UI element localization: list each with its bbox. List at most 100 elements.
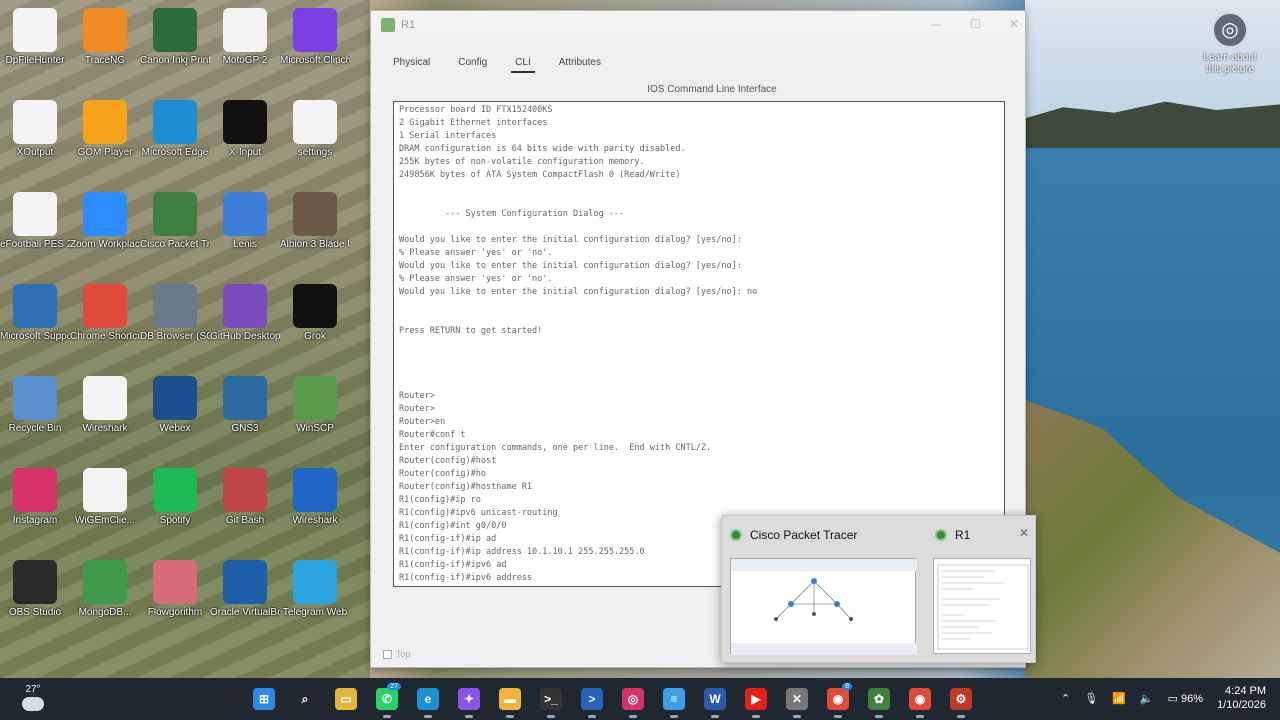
lenis-icon [223, 192, 267, 236]
desktop-icon[interactable]: Recycle Bin [0, 376, 70, 435]
terminal-scrollbar[interactable] [996, 104, 1000, 584]
chevron-up-icon[interactable]: ⌃ [1061, 692, 1070, 705]
file-icon [13, 192, 57, 236]
desktop-icon-label: Spotify [159, 515, 191, 526]
top-checkbox[interactable]: Top [383, 649, 411, 659]
desktop-icon[interactable]: eFootball PES 2021 [0, 192, 70, 251]
close-button[interactable]: ✕ [1009, 17, 1019, 31]
top-checkbox-box[interactable] [383, 649, 392, 659]
tools-taskbar-button[interactable]: ✕ [781, 683, 813, 718]
desktop-icon[interactable]: GNS3 [210, 376, 280, 435]
desktop-icon[interactable]: Zoom Workplace [70, 192, 140, 251]
desktop-icon[interactable]: Microsoft Edge [140, 100, 210, 159]
notepad-taskbar-button[interactable]: ≡ [658, 683, 690, 718]
desktop-icon-label: Microsoft Support ... [0, 331, 70, 342]
desktop-icon[interactable]: Cisco Packet Tracer [140, 192, 210, 251]
desktop-icon-label: DB Browser (SQLite) [140, 331, 210, 342]
preview-item-r1[interactable]: R1 ✕ [927, 516, 1037, 664]
desktop-icon[interactable]: Chrome Shortcut [70, 284, 140, 343]
copilot-taskbar-button[interactable]: ✦ [453, 683, 485, 718]
desktop-icon-label: XOutput [16, 147, 54, 158]
file-icon [13, 100, 57, 144]
settings-taskbar-button[interactable]: ⚙ [945, 683, 977, 718]
learn-about-picture[interactable]: ◎ Learn about this picture [1195, 12, 1265, 76]
desktop-icon[interactable]: GitHub Desktop [210, 284, 280, 343]
desktop-icon[interactable]: Flowgorithm [140, 560, 210, 619]
desktop-icon[interactable]: Lenis [210, 192, 280, 251]
terminal-taskbar-button[interactable]: >_ [535, 683, 567, 718]
desktop-icon[interactable]: Microsoft Support ... [0, 284, 70, 343]
desktop-icon[interactable]: MotoGP 2 [210, 8, 280, 67]
desktop-icon[interactable]: Webex [140, 376, 210, 435]
desktop-icon[interactable]: OBS Studio [0, 560, 70, 619]
file-explorer-taskbar-button[interactable]: ▭ [330, 683, 362, 715]
chrome-taskbar-button[interactable]: ◉ 8 [822, 683, 854, 718]
flowgorithm-icon [153, 560, 197, 604]
desktop-icon[interactable]: XOutput [0, 100, 70, 159]
chrome-icon: ◉ [827, 688, 849, 710]
desktop-icon[interactable]: Microsoft Clipcha [280, 8, 350, 67]
desktop-icon[interactable]: settings [280, 100, 350, 159]
desktop-icon[interactable]: MongoDB... [70, 560, 140, 619]
battery-icon[interactable]: ▭ 96% [1168, 692, 1203, 705]
edge-taskbar-button[interactable]: e [412, 683, 444, 718]
desktop-icon-label: GitHub Desktop [210, 331, 280, 342]
desktop-icon[interactable]: X-Input [210, 100, 280, 159]
packet-tracer-taskbar-button[interactable]: ✿ [863, 683, 895, 718]
clock[interactable]: 4:24 PM 1/10/2026 [1217, 684, 1266, 712]
edge-icon: e [417, 688, 439, 710]
search-taskbar-button[interactable]: ⌕ [289, 683, 321, 715]
desktop-icon[interactable]: Albion 3 Blade U... [280, 192, 350, 251]
desktop-icon[interactable]: WiGEmClie... [70, 468, 140, 527]
desktop-icon[interactable]: WinSCP [280, 376, 350, 435]
start-taskbar-button[interactable]: ⊞ [248, 683, 280, 715]
speaker-icon[interactable]: 🔈 [1140, 692, 1154, 705]
window-title: R1 [401, 19, 416, 31]
desktop-icon[interactable]: Spotify [140, 468, 210, 527]
desktop-icon-label: TraceNG [84, 55, 126, 66]
preview-item-packet-tracer[interactable]: Cisco Packet Tracer [722, 516, 927, 664]
desktop-icon[interactable]: Oracle VirtualBox [210, 560, 280, 619]
desktop-icon[interactable]: Grok [280, 284, 350, 343]
desktop-icon[interactable]: Wireshark [70, 376, 140, 435]
spotify-icon [153, 468, 197, 512]
copilot-icon: ✦ [458, 688, 480, 710]
desktop-icon[interactable]: GOM Player [70, 100, 140, 159]
microphone-icon[interactable]: 🎙 [1084, 692, 1098, 705]
desktop-icon[interactable]: Canon Inkj Printer [140, 8, 210, 67]
mongodb-icon [83, 560, 127, 604]
desktop-icon[interactable]: Instagram [0, 468, 70, 527]
desktop-icon[interactable]: Telegram Web [280, 560, 350, 619]
desktop-icon[interactable]: DB Browser (SQLite) [140, 284, 210, 343]
powershell-taskbar-button[interactable]: > [576, 683, 608, 718]
desktop-icon[interactable]: DpFileHunter [0, 8, 70, 67]
youtube-taskbar-button[interactable]: ▶ [740, 683, 772, 718]
folder-taskbar-button[interactable]: ▬ [494, 683, 526, 718]
desktop-icon[interactable]: Wireshark [280, 468, 350, 527]
tab-physical[interactable]: Physical [393, 57, 430, 68]
cli-thumbnail [937, 564, 1029, 650]
tab-config[interactable]: Config [458, 57, 487, 68]
weather-widget[interactable]: 27° [18, 684, 48, 711]
window-titlebar[interactable]: R1 [371, 11, 1025, 39]
instagram-taskbar-button[interactable]: ◎ [617, 683, 649, 718]
desktop-icon[interactable]: Git Bash [210, 468, 280, 527]
wifi-icon[interactable]: 📶 [1112, 692, 1126, 705]
tab-cli[interactable]: CLI [511, 57, 535, 73]
minimize-button[interactable]: — [930, 17, 942, 31]
settings-icon: ⚙ [950, 688, 972, 710]
chrome-alt-icon: ◉ [909, 688, 931, 710]
desktop-icon-label: Chrome Shortcut [70, 331, 140, 342]
word-icon: W [704, 688, 726, 710]
whatsapp-taskbar-button[interactable]: ✆ 27 [371, 683, 403, 718]
powershell-icon: > [581, 688, 603, 710]
terminal-output: Processor board ID FTX152400KS 2 Gigabit… [399, 105, 758, 583]
instagram-icon [13, 468, 57, 512]
word-taskbar-button[interactable]: W [699, 683, 731, 718]
desktop-icon[interactable]: TraceNG [70, 8, 140, 67]
tab-attributes[interactable]: Attributes [559, 57, 601, 68]
close-icon[interactable]: ✕ [1019, 526, 1029, 540]
chrome-alt-taskbar-button[interactable]: ◉ [904, 683, 936, 718]
maximize-button[interactable]: ☐ [970, 17, 981, 31]
webex-icon [153, 376, 197, 420]
